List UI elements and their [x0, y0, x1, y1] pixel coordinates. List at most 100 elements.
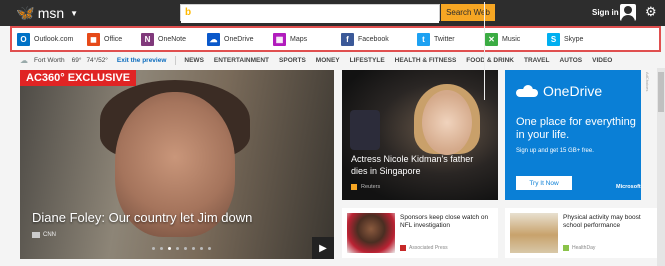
ap-icon: [400, 245, 406, 251]
ad-brand: OneDrive: [543, 83, 603, 99]
carousel-dots: [152, 247, 211, 250]
app-label: Skype: [564, 35, 584, 43]
nav-item-autos[interactable]: Autos: [560, 57, 583, 64]
card-source: Associated Press: [400, 245, 448, 251]
hero-source-name: CNN: [43, 232, 56, 238]
cnn-icon: [32, 232, 40, 238]
sign-in-link[interactable]: Sign in: [592, 8, 619, 17]
nav-item-fooddrink[interactable]: Food & Drink: [466, 57, 514, 64]
card-title[interactable]: Sponsors keep close watch on NFL investi…: [400, 214, 494, 230]
exit-preview-link[interactable]: Exit the preview: [117, 57, 167, 64]
skype-icon: S: [547, 32, 560, 46]
healthday-icon: [563, 245, 569, 251]
gear-icon[interactable]: ⚙: [645, 5, 657, 18]
app-link-outlookcom[interactable]: O Outlook.com: [17, 28, 73, 50]
app-label: Facebook: [358, 35, 389, 43]
maps-icon: ▦: [273, 32, 286, 46]
music-icon: ✕: [485, 32, 498, 46]
app-label: Office: [104, 35, 123, 43]
nav-item-healthfitness[interactable]: Health & Fitness: [395, 57, 457, 64]
app-link-facebook[interactable]: f Facebook: [341, 28, 389, 50]
onedrive-logo: OneDrive: [516, 83, 602, 99]
facebook-icon: f: [341, 32, 354, 46]
onedrive-icon: ☁: [207, 32, 220, 46]
carousel-dot[interactable]: [160, 247, 163, 250]
adchoices-label[interactable]: AdChoices: [645, 72, 650, 91]
news-card[interactable]: Physical activity may boost school perfo…: [505, 208, 661, 258]
outlook-icon: O: [17, 32, 30, 46]
brand-text: msn: [37, 5, 65, 21]
nav-item-travel[interactable]: Travel: [524, 57, 550, 64]
carousel-dot[interactable]: [184, 247, 187, 250]
search-box[interactable]: b: [180, 4, 440, 23]
weather-widget[interactable]: ☁ Fort Worth 69° 74°/52°: [20, 56, 117, 65]
carousel-dot[interactable]: [200, 247, 203, 250]
app-link-onedrive[interactable]: ☁ OneDrive: [207, 28, 254, 50]
scrollbar[interactable]: [657, 68, 665, 266]
mid-story-source: Reuters: [351, 184, 380, 190]
chevron-down-icon: ▼: [70, 8, 79, 18]
weather-range: 74°/52°: [86, 56, 108, 64]
nav-row: ☁ Fort Worth 69° 74°/52° Exit the previe…: [0, 52, 665, 68]
nav-item-lifestyle[interactable]: Lifestyle: [350, 57, 385, 64]
nav-item-money[interactable]: Money: [316, 57, 340, 64]
nav-divider: [175, 55, 177, 65]
app-label: Outlook.com: [34, 35, 74, 43]
ad-tagline: One place for everything in your life.: [516, 116, 636, 141]
app-link-office[interactable]: ◼ Office: [87, 28, 122, 50]
nav-item-sports[interactable]: Sports: [279, 57, 306, 64]
onedrive-ad[interactable]: OneDrive One place for everything in you…: [505, 70, 641, 200]
app-link-maps[interactable]: ▦ Maps: [273, 28, 307, 50]
carousel-dot[interactable]: [208, 247, 211, 250]
onenote-icon: N: [141, 32, 154, 46]
app-bar: O Outlook.com ◼ Office N OneNote ☁ OneDrive ▦ Map…: [10, 26, 661, 52]
card-title[interactable]: Physical activity may boost school perfo…: [563, 214, 657, 230]
hero-headline[interactable]: Diane Foley: Our country let Jim down: [32, 210, 252, 225]
card-source-name: Associated Press: [409, 245, 448, 251]
app-link-twitter[interactable]: t Twitter: [417, 28, 455, 50]
nav-item-entertainment[interactable]: Entertainment: [214, 57, 269, 64]
divider-line: [484, 2, 485, 100]
app-label: OneDrive: [224, 35, 254, 43]
search-button[interactable]: Search Web: [441, 4, 495, 21]
app-label: Music: [502, 35, 521, 43]
card-thumbnail: [347, 213, 395, 253]
app-link-music[interactable]: ✕ Music: [485, 28, 520, 50]
exclusive-badge: AC360° EXCLUSIVE: [20, 70, 137, 86]
office-icon: ◼: [87, 32, 100, 46]
card-source: HealthDay: [563, 245, 595, 251]
try-it-now-button[interactable]: Try It Now: [516, 176, 572, 190]
microsoft-label: Microsoft: [616, 184, 641, 190]
top-bar: 🦋 msn ▼ b Search Web Sign in ⚙: [0, 0, 665, 26]
avatar-icon[interactable]: [620, 4, 636, 21]
weather-city: Fort Worth: [34, 56, 65, 64]
carousel-dot[interactable]: [152, 247, 155, 250]
weather-temp: 69°: [71, 56, 82, 64]
nav-items: News Entertainment Sports Money Lifestyle Hea…: [184, 57, 622, 64]
cloud-icon: [516, 85, 538, 97]
bing-icon: b: [185, 7, 192, 18]
play-icon[interactable]: ▶: [312, 237, 334, 259]
twitter-icon: t: [417, 32, 430, 46]
app-label: OneNote: [158, 35, 187, 43]
carousel-dot[interactable]: [192, 247, 195, 250]
mid-story[interactable]: Actress Nicole Kidman's father dies in S…: [342, 70, 498, 200]
butterfly-icon: 🦋: [16, 5, 35, 22]
cloud-icon: ☁: [20, 55, 28, 65]
hero-source: CNN: [32, 232, 56, 238]
app-link-onenote[interactable]: N OneNote: [141, 28, 186, 50]
nav-item-news[interactable]: News: [184, 57, 204, 64]
nav-item-video[interactable]: Video: [592, 57, 612, 64]
msn-logo[interactable]: 🦋 msn ▼: [16, 4, 78, 22]
reuters-icon: [351, 184, 357, 190]
carousel-dot[interactable]: [168, 247, 171, 250]
app-label: Maps: [290, 35, 308, 43]
carousel-dot[interactable]: [176, 247, 179, 250]
hero-story[interactable]: AC360° EXCLUSIVE Diane Foley: Our countr…: [20, 70, 334, 259]
card-thumbnail: [510, 213, 558, 253]
app-label: Twitter: [434, 35, 455, 43]
mid-story-headline[interactable]: Actress Nicole Kidman's father dies in S…: [351, 153, 491, 177]
news-card[interactable]: Sponsors keep close watch on NFL investi…: [342, 208, 498, 258]
search-input[interactable]: [181, 7, 439, 23]
app-link-skype[interactable]: S Skype: [547, 28, 583, 50]
